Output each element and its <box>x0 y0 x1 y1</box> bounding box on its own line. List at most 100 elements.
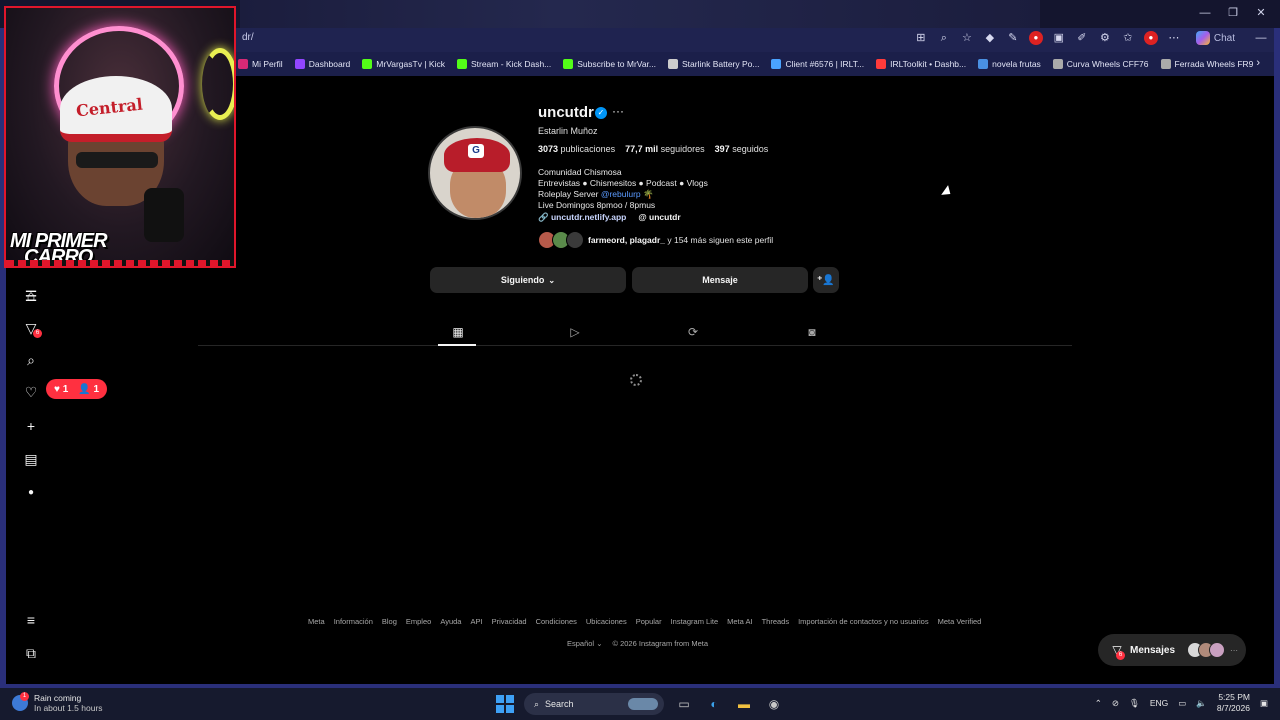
footer-link[interactable]: Privacidad <box>492 617 527 626</box>
profile-avatar[interactable]: G <box>428 126 522 220</box>
search-icon[interactable]: ⌕ <box>22 351 40 369</box>
minimize-icon[interactable]: — <box>1254 31 1268 45</box>
message-button[interactable]: Mensaje <box>632 267 808 293</box>
bookmark-item[interactable]: Starlink Battery Po... <box>668 59 759 69</box>
favorite-star-icon[interactable]: ☆ <box>960 31 974 45</box>
footer-link[interactable]: Popular <box>636 617 662 626</box>
extension-diamond-icon[interactable]: ◆ <box>983 31 997 45</box>
footer-link[interactable]: Instagram Lite <box>671 617 719 626</box>
bookmark-item[interactable]: novela frutas <box>978 59 1041 69</box>
image-icon <box>978 59 989 69</box>
bookmark-item[interactable]: Client #6576 | IRLT... <box>771 59 864 69</box>
volume-icon[interactable]: 🔈 <box>1196 698 1207 709</box>
bookmark-item[interactable]: Mi Perfil <box>238 59 283 69</box>
twitch-icon <box>294 59 305 69</box>
bio-line: Entrevistas ● Chismesitos ● Podcast ● Vl… <box>538 178 708 188</box>
bookmark-label: Starlink Battery Po... <box>682 59 760 69</box>
microphone-icon[interactable]: 🎙 <box>1129 698 1140 709</box>
windows-start-icon[interactable] <box>496 695 514 713</box>
taskbar-search[interactable]: ⌕ Search <box>524 693 664 715</box>
microphone <box>144 188 184 242</box>
minimize-icon[interactable]: — <box>1198 6 1212 20</box>
extensions-icon[interactable]: ⚙ <box>1098 31 1112 45</box>
bookmark-item[interactable]: Ferrada Wheels FR9 <box>1160 59 1253 69</box>
favorites-icon[interactable]: ✩ <box>1121 31 1135 45</box>
extension-record-icon[interactable]: ● <box>1028 31 1043 45</box>
copilot-chat-button[interactable]: Chat <box>1195 31 1235 45</box>
following-button[interactable]: Siguiendo ⌄ <box>430 267 626 293</box>
notification-center-icon[interactable]: ▣ <box>1260 698 1268 709</box>
footer-link[interactable]: Meta Verified <box>938 617 982 626</box>
url-field[interactable]: dr/ <box>242 32 254 43</box>
bookmark-item[interactable]: Subscribe to MrVar... <box>563 59 656 69</box>
bio-line: Live Domingos 8pmoo / 8pmus <box>538 200 656 210</box>
bookmark-label: IRLToolkit • Dashb... <box>890 59 967 69</box>
footer-link[interactable]: Importación de contactos y no usuarios <box>798 617 929 626</box>
also-from-meta-icon[interactable]: ⧉ <box>22 644 40 662</box>
task-view-icon[interactable]: ▭ <box>674 694 694 714</box>
footer-link[interactable]: Información <box>334 617 373 626</box>
kick-icon <box>563 59 574 69</box>
copilot-icon <box>1195 31 1210 45</box>
bookmark-item[interactable]: Dashboard <box>294 59 350 69</box>
bio-mention-link[interactable]: @rebulurp <box>601 189 641 199</box>
maximize-icon[interactable]: ❐ <box>1226 6 1240 20</box>
zoom-icon[interactable]: ⌕ <box>937 31 951 45</box>
footer-link[interactable]: Condiciones <box>536 617 577 626</box>
file-explorer-icon[interactable]: ▬ <box>734 694 754 714</box>
footer-link[interactable]: Ayuda <box>440 617 461 626</box>
wheel-icon <box>1160 59 1171 69</box>
followers-stat[interactable]: 77,7 mil seguidores <box>625 144 705 154</box>
tab-reposts-icon[interactable]: ⟳ <box>686 325 700 339</box>
footer-link[interactable]: API <box>470 617 482 626</box>
extension-square-icon[interactable]: ▣ <box>1052 31 1066 45</box>
tab-strip[interactable] <box>240 0 1040 28</box>
footer-link[interactable]: Meta AI <box>727 617 752 626</box>
language-selector[interactable]: Español ⌄ <box>567 639 602 648</box>
messages-bar[interactable]: ▽ 6 Mensajes ··· <box>1098 634 1246 666</box>
more-menu-icon[interactable]: ≡ <box>22 611 40 629</box>
following-stat[interactable]: 397 seguidos <box>715 144 769 154</box>
profile-avatar-icon[interactable]: ● <box>1143 31 1158 45</box>
feed-filter-icon[interactable]: ☰ <box>22 287 40 305</box>
notifications-pill[interactable]: ♥ 1 👤 1 <box>46 379 108 399</box>
active-tab-indicator <box>438 344 476 346</box>
footer-link[interactable]: Threads <box>762 617 790 626</box>
chevron-up-icon[interactable]: ⌃ <box>1095 698 1102 709</box>
toolbar-icons: ⊞ ⌕ ☆ ◆ ✎ ● ▣ ✐ ⚙ ✩ ● ⋯ Chat — <box>914 31 1268 45</box>
language-indicator[interactable]: ENG <box>1150 698 1168 708</box>
bookmark-item[interactable]: MrVargasTv | Kick <box>362 59 445 69</box>
bookmark-item[interactable]: Curva Wheels CFF76 <box>1052 59 1149 69</box>
more-menu-icon[interactable]: ⋯ <box>1167 31 1181 45</box>
network-off-icon[interactable]: ⊘ <box>1112 698 1119 709</box>
chevron-right-icon[interactable]: › <box>1256 57 1260 69</box>
footer-link[interactable]: Empleo <box>406 617 431 626</box>
suggested-users-button[interactable]: ⁺👤 <box>813 267 839 293</box>
tab-tagged-icon[interactable]: ◙ <box>805 325 819 339</box>
profile-options-icon[interactable]: ··· <box>612 104 624 118</box>
edge-browser-icon[interactable]: ◐ <box>704 694 724 714</box>
tab-posts-grid-icon[interactable]: ▦ <box>451 325 465 339</box>
kick-icon <box>362 59 373 69</box>
website-link[interactable]: 🔗 uncutdr.netlify.app <box>538 212 626 223</box>
weather-widget[interactable]: 1 Rain coming In about 1.5 hours <box>12 692 103 713</box>
bookmark-item[interactable]: Stream - Kick Dash... <box>456 59 551 69</box>
profile-avatar-icon[interactable]: ● <box>22 484 40 502</box>
close-icon[interactable]: ✕ <box>1254 6 1268 20</box>
followed-by[interactable]: farmeord, plagadr_ y 154 más siguen este… <box>538 231 773 249</box>
create-plus-icon[interactable]: + <box>22 417 40 435</box>
app-grid-icon[interactable]: ⊞ <box>914 31 928 45</box>
footer-link[interactable]: Ubicaciones <box>586 617 627 626</box>
footer-link[interactable]: Blog <box>382 617 397 626</box>
threads-link[interactable]: @ uncutdr <box>638 212 680 223</box>
dashboard-chart-icon[interactable]: ▤ <box>22 450 40 468</box>
clock[interactable]: 5:25 PM 8/7/2026 <box>1217 692 1250 714</box>
extension-pen-icon[interactable]: ✎ <box>1006 31 1020 45</box>
bookmark-item[interactable]: IRLToolkit • Dashb... <box>876 59 966 69</box>
obs-studio-icon[interactable]: ◉ <box>764 694 784 714</box>
tab-reels-icon[interactable]: ▷ <box>568 325 582 339</box>
display-icon[interactable]: ▭ <box>1178 698 1186 709</box>
footer-link[interactable]: Meta <box>308 617 325 626</box>
notifications-heart-icon[interactable]: ♡ <box>22 383 40 401</box>
extension-brush-icon[interactable]: ✐ <box>1075 31 1089 45</box>
